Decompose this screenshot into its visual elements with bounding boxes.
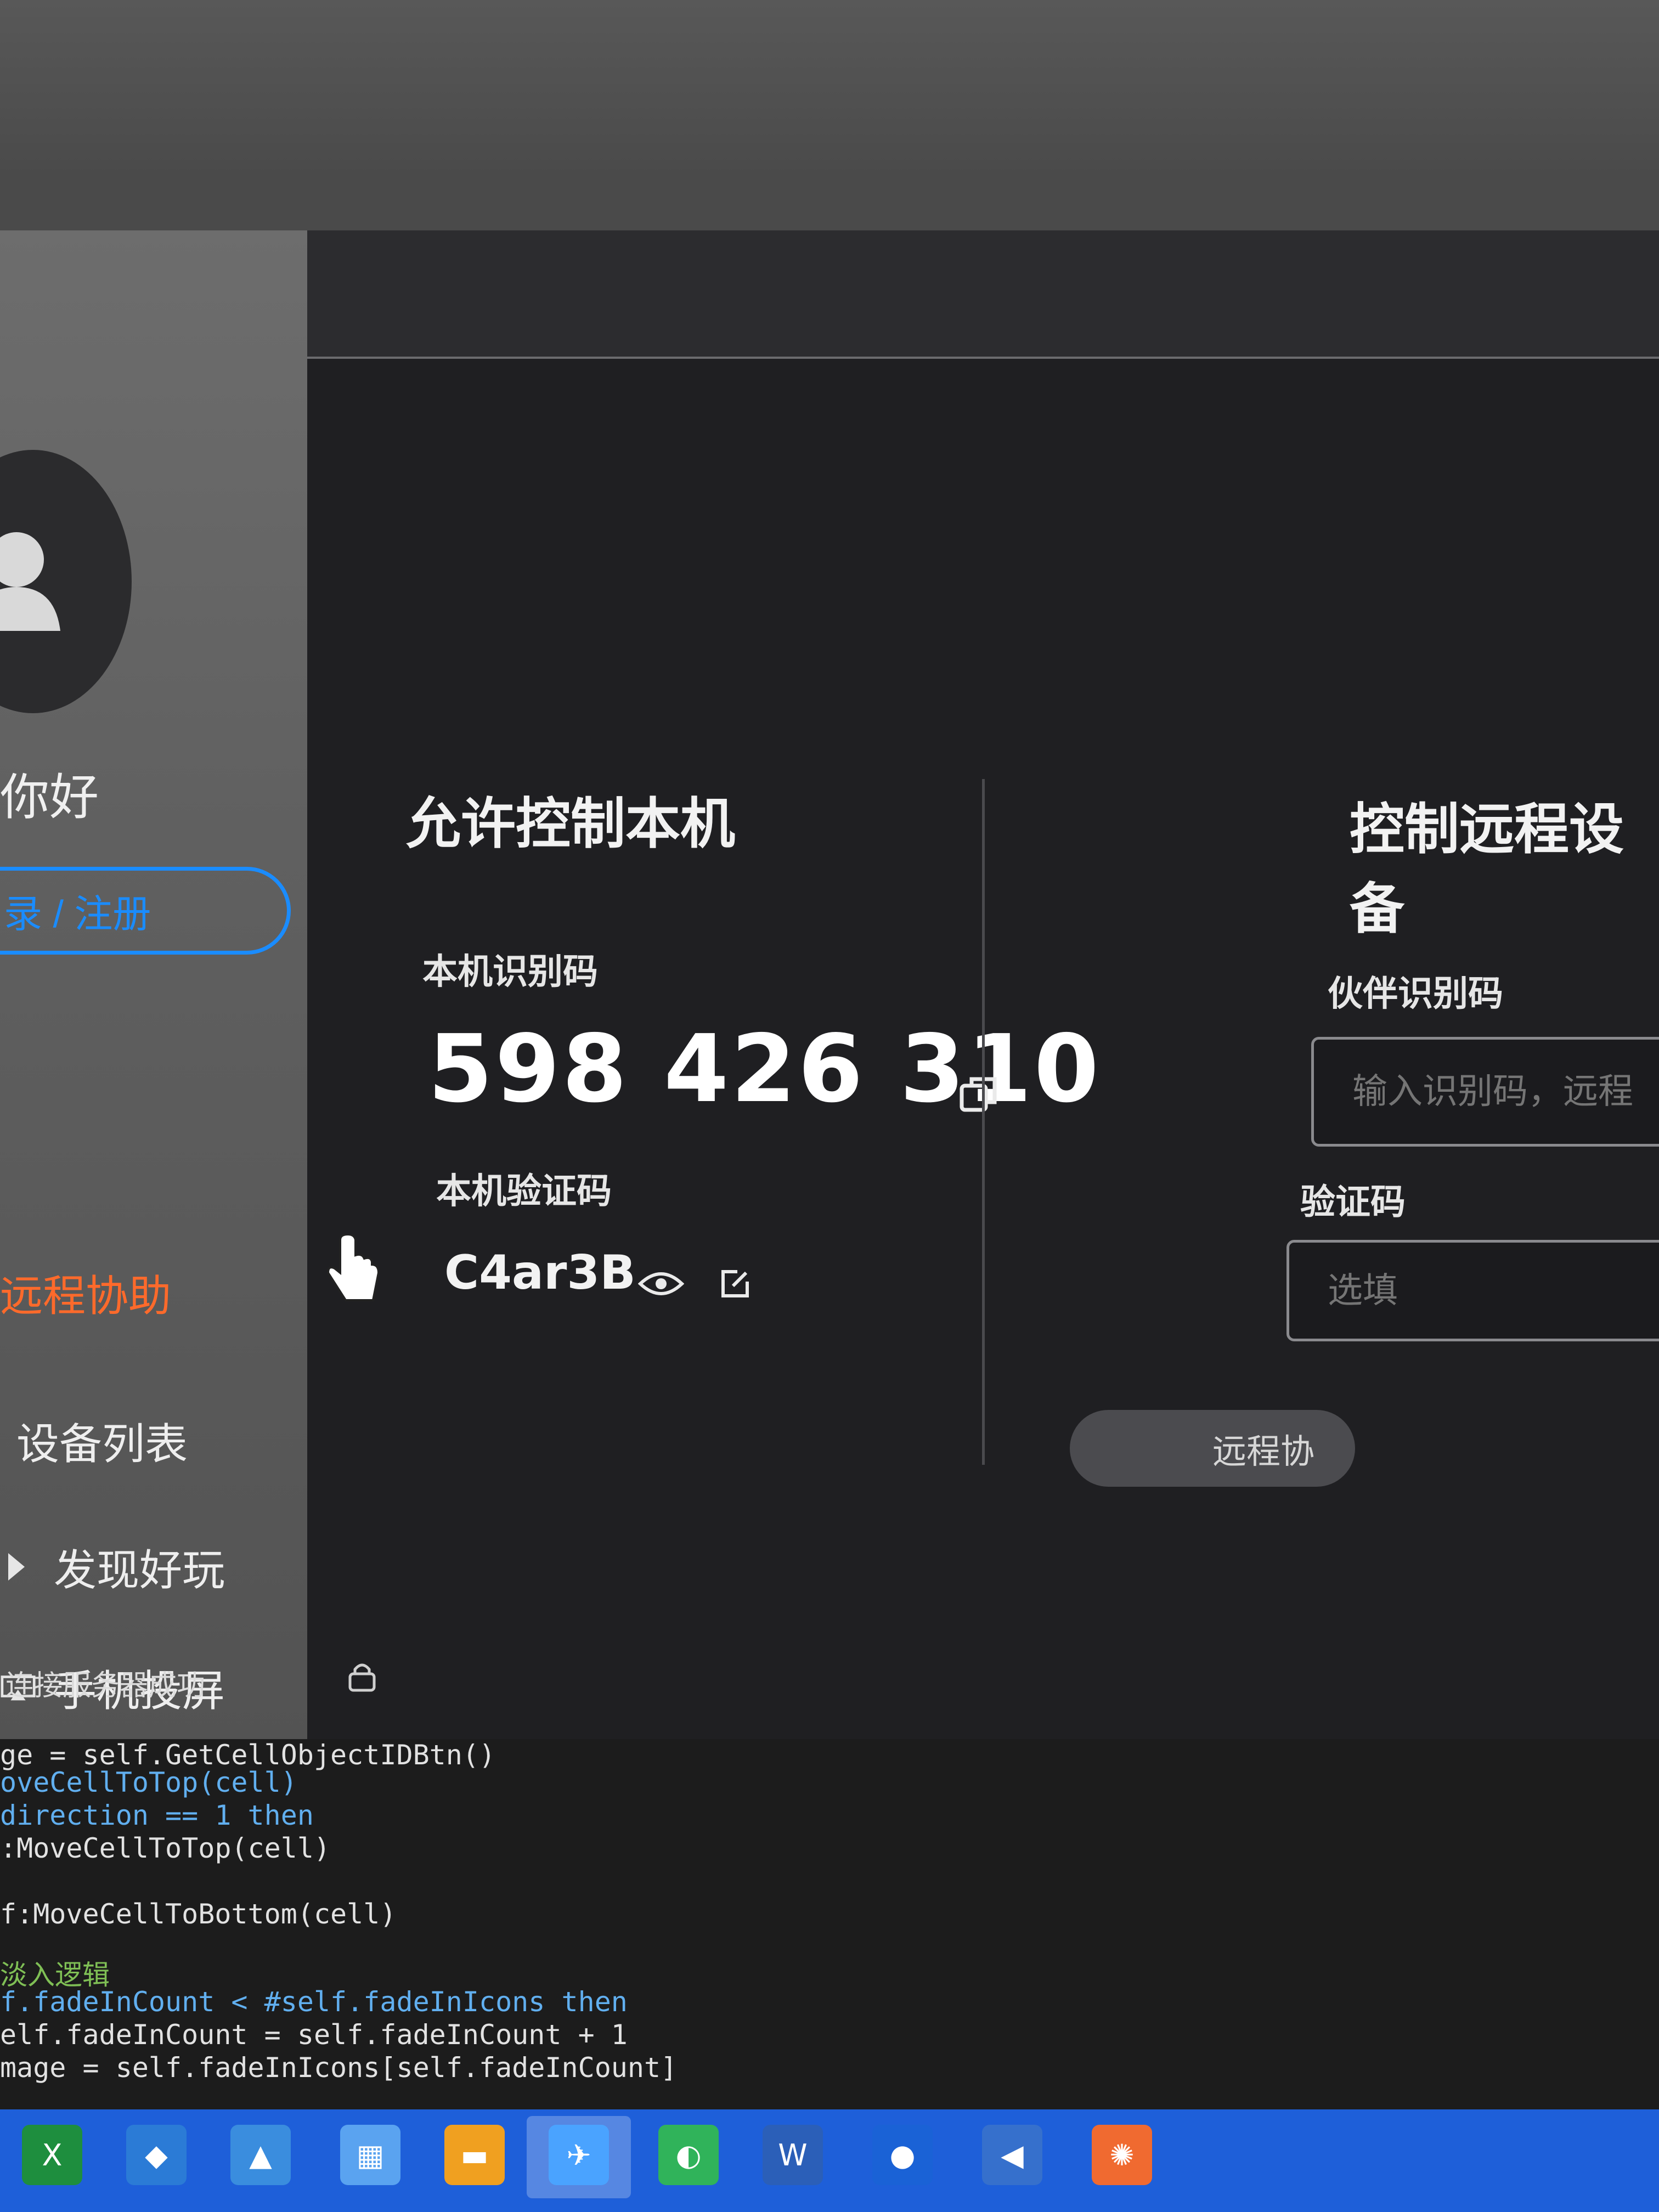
send-icon[interactable]: ◀ (982, 2125, 1042, 2185)
avatar[interactable] (0, 450, 132, 713)
user-icon (0, 532, 60, 631)
sidebar-item-discover[interactable]: 发现好玩 (0, 1536, 225, 1598)
sidebar-item-label: 远程协助 (0, 1272, 172, 1321)
greeting-text: 你好 (0, 769, 99, 826)
title-bar (307, 230, 1659, 359)
partner-id-input[interactable] (1311, 1037, 1659, 1147)
sidebar-item-device-list[interactable]: 设备列表 (16, 1410, 188, 1471)
chat-icon[interactable]: ◐ (658, 2125, 719, 2185)
settings-icon[interactable]: ✺ (1092, 2125, 1152, 2185)
verify-code-value: C4ar3B (444, 1245, 636, 1300)
copy-icon[interactable] (955, 1070, 1004, 1119)
code-line: mage = self.fadeInIcons[self.fadeInCount… (0, 2052, 678, 2084)
remote-app-icon[interactable]: ✈ (549, 2125, 609, 2185)
login-register-button[interactable]: 录 / 注册 (0, 867, 291, 955)
device-id-label: 本机识别码 (422, 952, 598, 992)
photos-icon[interactable]: ▲ (230, 2125, 291, 2185)
remote-assist-button[interactable]: 远程协 (1070, 1410, 1355, 1487)
screen: 你好 录 / 注册 远程协助 设备列表 发现好玩 手机投屏 允许控制本机 本机识… (0, 0, 1659, 2212)
discover-icon (0, 1548, 38, 1586)
verify-code-label: 本机验证码 (436, 1171, 612, 1212)
verify-code-input[interactable] (1286, 1240, 1659, 1341)
code-line: f:MoveCellToBottom(cell) (0, 1898, 397, 1930)
word-icon[interactable]: W (763, 2125, 823, 2185)
section-divider (982, 779, 985, 1465)
code-line: elf.fadeInCount = self.fadeInCount + 1 (0, 2019, 628, 2051)
code-line: oveCellToTop(cell) (0, 1767, 297, 1798)
folder-icon[interactable]: ▬ (444, 2125, 505, 2185)
lock-icon[interactable] (346, 1660, 379, 1692)
allow-control-title: 允许控制本机 (406, 792, 735, 856)
eye-icon[interactable] (636, 1262, 686, 1306)
code-line: :MoveCellToTop(cell) (0, 1832, 331, 1864)
remote-control-app-window: 你好 录 / 注册 远程协助 设备列表 发现好玩 手机投屏 允许控制本机 本机识… (0, 230, 1659, 1745)
sidebar-item-remote-assist[interactable]: 远程协助 (0, 1262, 171, 1323)
code-line: f.fadeInCount < #self.fadeInIcons then (0, 1986, 628, 2018)
verify-code-input-label: 验证码 (1300, 1182, 1406, 1223)
vscode-icon[interactable]: ◆ (126, 2125, 187, 2185)
hand-cursor-icon (324, 1233, 384, 1308)
location-icon[interactable]: ● (872, 2125, 933, 2185)
sidebar-item-label: 设备列表 (16, 1420, 188, 1469)
calendar-icon[interactable]: ▦ (340, 2125, 400, 2185)
remote-control-title: 控制远程设备 (1350, 797, 1624, 941)
partner-id-label: 伙伴识别码 (1328, 974, 1503, 1014)
sidebar-item-label: 发现好玩 (54, 1546, 225, 1595)
excel-icon[interactable]: X (22, 2125, 82, 2185)
code-editor: ge = self.GetCellObjectIDBtn() oveCellTo… (0, 1739, 1659, 2112)
taskbar: X ◆ ▲ ▦ ▬ ✈ ◐ W ● ◀ ✺ (0, 2109, 1659, 2212)
connection-status: 连接服务器成功 (5, 1669, 206, 1702)
edit-icon[interactable] (713, 1262, 757, 1306)
code-line: direction == 1 then (0, 1799, 314, 1831)
